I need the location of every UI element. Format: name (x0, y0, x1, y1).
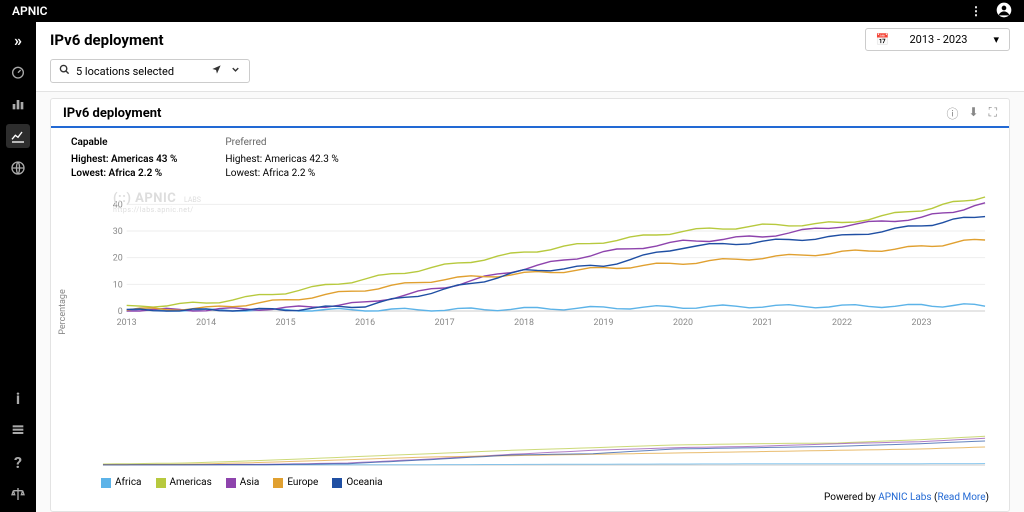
legend-label: Americas (170, 477, 212, 488)
panel-title: IPv6 deployment (63, 106, 161, 121)
sidebar-line-chart-icon[interactable] (6, 124, 30, 148)
powered-by: Powered by APNIC Labs (Read More) (51, 488, 1009, 511)
legend-swatch (226, 478, 236, 488)
menu-kebab-icon[interactable]: ⋮ (970, 4, 982, 18)
brand-logo: APNIC (12, 4, 48, 18)
svg-text:30: 30 (113, 227, 123, 237)
legend-label: Asia (240, 477, 260, 488)
watermark: (::) APNIC LABS https://labs.apnic.net/ (113, 191, 201, 214)
apnic-labs-link[interactable]: APNIC Labs (878, 492, 931, 503)
sidebar-scales-icon[interactable] (6, 482, 30, 506)
main-chart: 0102030402013201420152016201720182019202… (101, 187, 989, 327)
legend-label: Oceania (346, 477, 382, 488)
legend-item[interactable]: Oceania (332, 477, 382, 488)
legend-label: Europe (287, 477, 318, 488)
svg-text:2015: 2015 (276, 318, 296, 327)
svg-text:2022: 2022 (832, 318, 852, 327)
read-more-link[interactable]: Read More (937, 492, 985, 503)
legend-swatch (156, 478, 166, 488)
sidebar-list-icon[interactable] (6, 418, 30, 442)
download-icon[interactable]: ⬇ (969, 105, 979, 122)
svg-text:2018: 2018 (514, 318, 534, 327)
svg-text:2013: 2013 (117, 318, 137, 327)
sidebar-info-icon[interactable]: i (6, 386, 30, 410)
capable-highest: Highest: Americas 43 % (71, 153, 177, 167)
legend-swatch (273, 478, 283, 488)
account-icon[interactable] (996, 2, 1012, 21)
legend-item[interactable]: Americas (156, 477, 212, 488)
svg-text:2017: 2017 (435, 318, 455, 327)
info-icon[interactable]: ⓘ (947, 105, 959, 122)
y-axis-label: Percentage (58, 289, 68, 334)
svg-text:20: 20 (113, 254, 123, 264)
preferred-label: Preferred (225, 136, 338, 150)
capable-label: Capable (71, 136, 177, 150)
svg-text:2019: 2019 (594, 318, 614, 327)
sidebar-bar-chart-icon[interactable] (6, 92, 30, 116)
sidebar-dashboard-icon[interactable] (6, 60, 30, 84)
svg-text:2023: 2023 (911, 318, 931, 327)
sidebar-help-icon[interactable]: ? (6, 450, 30, 474)
legend-item[interactable]: Africa (101, 477, 142, 488)
sidebar-expand[interactable]: » (6, 28, 30, 52)
chevron-down-icon: ▾ (993, 33, 999, 46)
legend-swatch (101, 478, 111, 488)
sidebar-globe-icon[interactable] (6, 156, 30, 180)
location-picker[interactable]: 5 locations selected (50, 59, 250, 83)
svg-text:0: 0 (118, 307, 123, 317)
preferred-highest: Highest: Americas 42.3 % (225, 153, 338, 167)
legend-swatch (332, 478, 342, 488)
calendar-icon: 📅 (876, 33, 890, 46)
svg-text:2016: 2016 (355, 318, 375, 327)
date-range-picker[interactable]: 📅 2013 - 2023 ▾ (865, 28, 1010, 51)
legend-item[interactable]: Asia (226, 477, 260, 488)
location-summary: 5 locations selected (76, 65, 174, 78)
legend: Africa Americas Asia Europe Oceania (51, 471, 1009, 488)
svg-text:2021: 2021 (753, 318, 773, 327)
overview-chart[interactable] (101, 431, 989, 467)
svg-text:10: 10 (113, 280, 123, 290)
date-range-value: 2013 - 2023 (910, 33, 968, 46)
legend-item[interactable]: Europe (273, 477, 318, 488)
legend-label: Africa (115, 477, 142, 488)
chevron-down-icon (230, 64, 241, 78)
capable-lowest: Lowest: Africa 2.2 % (71, 167, 177, 181)
svg-text:2020: 2020 (673, 318, 693, 327)
location-arrow-icon (211, 64, 222, 78)
search-icon (59, 64, 70, 78)
fullscreen-icon[interactable]: ⛶ (989, 105, 997, 122)
svg-text:2014: 2014 (196, 318, 216, 327)
preferred-lowest: Lowest: Africa 2.2 % (225, 167, 338, 181)
page-title: IPv6 deployment (50, 31, 164, 49)
